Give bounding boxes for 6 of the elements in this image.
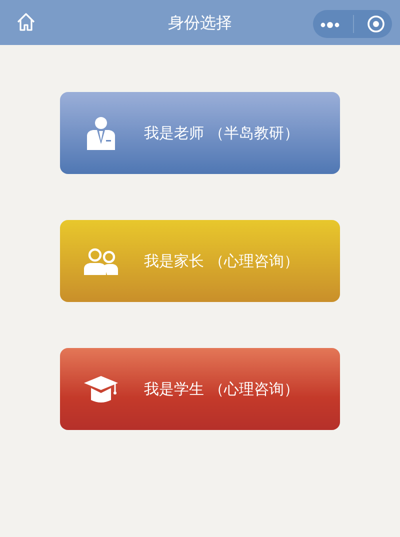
close-icon[interactable] (367, 15, 386, 33)
role-button[interactable]: 我是老师 （半岛教研） (60, 92, 340, 174)
home-icon[interactable] (16, 12, 36, 32)
window-title: 身份选择 (168, 12, 232, 34)
role-button[interactable]: 我是家长 （心理咨询） (60, 220, 340, 302)
role-button[interactable]: 我是学生 （心理咨询） (60, 348, 340, 430)
